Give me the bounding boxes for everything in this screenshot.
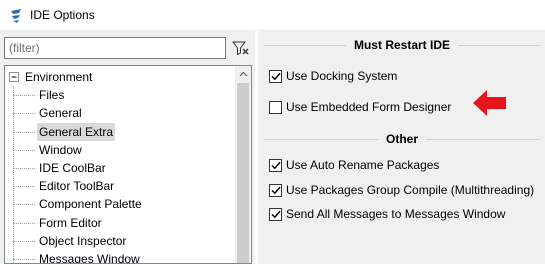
tree-item-general[interactable]: General: [5, 104, 237, 122]
tree-item-label: IDE CoolBar: [39, 160, 106, 175]
group-title: Other: [386, 132, 419, 146]
checkbox-label: Use Embedded Form Designer: [286, 100, 452, 114]
tree-list: Environment Files General General Extra …: [5, 68, 237, 264]
filter-clear-button[interactable]: [230, 37, 252, 59]
tree-item-label: Files: [39, 88, 65, 103]
divider: [264, 138, 378, 140]
group-header-must-restart: Must Restart IDE: [264, 37, 540, 53]
tree-item-form-editor[interactable]: Form Editor: [5, 214, 237, 232]
tree-item-label: Messages Window: [39, 251, 140, 264]
checkbox-box[interactable]: [269, 69, 282, 83]
use-auto-rename-packages-checkbox[interactable]: Use Auto Rename Packages: [269, 157, 439, 173]
tree-item-ide-coolbar[interactable]: IDE CoolBar: [5, 159, 237, 177]
tree-expanded-icon[interactable]: [9, 72, 19, 82]
group-header-other: Other: [264, 131, 541, 147]
chevron-up-icon: [239, 71, 247, 77]
use-embedded-form-designer-checkbox[interactable]: Use Embedded Form Designer: [269, 99, 451, 115]
checkbox-label: Use Packages Group Compile (Multithreadi…: [286, 183, 535, 197]
tree-item-label: General: [39, 106, 82, 121]
tree-item-editor-toolbar[interactable]: Editor ToolBar: [5, 177, 237, 195]
checkmark-icon: [270, 161, 281, 169]
tree-item-label: Form Editor: [39, 215, 102, 230]
tree-item-object-inspector[interactable]: Object Inspector: [5, 232, 237, 250]
scroll-up-button[interactable]: [235, 66, 251, 82]
tree-connector: [13, 222, 35, 224]
send-all-messages-checkbox[interactable]: Send All Messages to Messages Window: [269, 206, 505, 222]
checkbox-box[interactable]: [269, 158, 282, 172]
tree-item-messages-window[interactable]: Messages Window: [5, 250, 237, 264]
use-docking-system-checkbox[interactable]: Use Docking System: [269, 68, 397, 84]
options-tree: Environment Files General General Extra …: [4, 65, 252, 264]
tree-scrollbar[interactable]: [235, 66, 251, 263]
tree-item-label: Component Palette: [39, 197, 142, 212]
title-bar: IDE Options: [0, 0, 545, 31]
tree-connector: [13, 204, 35, 206]
tree-item-files[interactable]: Files: [5, 86, 237, 104]
tree-item-label: Editor ToolBar: [39, 179, 115, 194]
scroll-thumb[interactable]: [237, 83, 249, 263]
tree-item-label: General Extra: [37, 122, 116, 141]
tree-connector: [13, 95, 35, 97]
checkmark-icon: [270, 186, 281, 194]
options-navigation-pane: Environment Files General General Extra …: [0, 31, 255, 264]
tree-connector: [13, 240, 35, 242]
divider: [458, 44, 540, 46]
tree-item-label: Object Inspector: [39, 233, 127, 248]
tree-item-general-extra[interactable]: General Extra: [5, 122, 237, 141]
tree-item-window[interactable]: Window: [5, 141, 237, 159]
window-title: IDE Options: [30, 8, 95, 22]
checkmark-icon: [270, 210, 281, 218]
tree-connector: [13, 167, 35, 169]
tree-item-label: Environment: [25, 70, 93, 84]
red-arrow-icon: [473, 90, 506, 116]
tree-item-environment[interactable]: Environment: [5, 68, 237, 86]
divider: [264, 44, 346, 46]
filter-clear-icon: [232, 41, 249, 56]
filter-input[interactable]: [4, 37, 226, 59]
tree-connector: [13, 131, 35, 133]
checkbox-box[interactable]: [269, 183, 282, 197]
checkbox-box[interactable]: [269, 207, 282, 221]
tree-connector: [13, 186, 35, 188]
checkmark-icon: [270, 72, 281, 80]
tree-item-component-palette[interactable]: Component Palette: [5, 195, 237, 213]
tree-connector: [13, 113, 35, 115]
checkbox-label: Use Auto Rename Packages: [286, 158, 440, 172]
divider: [426, 138, 541, 140]
ide-logo-icon: [11, 9, 21, 23]
tree-connector: [13, 149, 35, 151]
checkbox-label: Send All Messages to Messages Window: [286, 207, 506, 221]
tree-connector: [13, 258, 35, 260]
checkbox-label: Use Docking System: [286, 69, 398, 83]
use-packages-group-compile-checkbox[interactable]: Use Packages Group Compile (Multithreadi…: [269, 182, 534, 198]
group-title: Must Restart IDE: [353, 38, 451, 52]
checkbox-box[interactable]: [269, 100, 282, 114]
options-content-pane: Must Restart IDE Use Docking System Use …: [258, 31, 545, 264]
tree-item-label: Window: [39, 142, 82, 157]
